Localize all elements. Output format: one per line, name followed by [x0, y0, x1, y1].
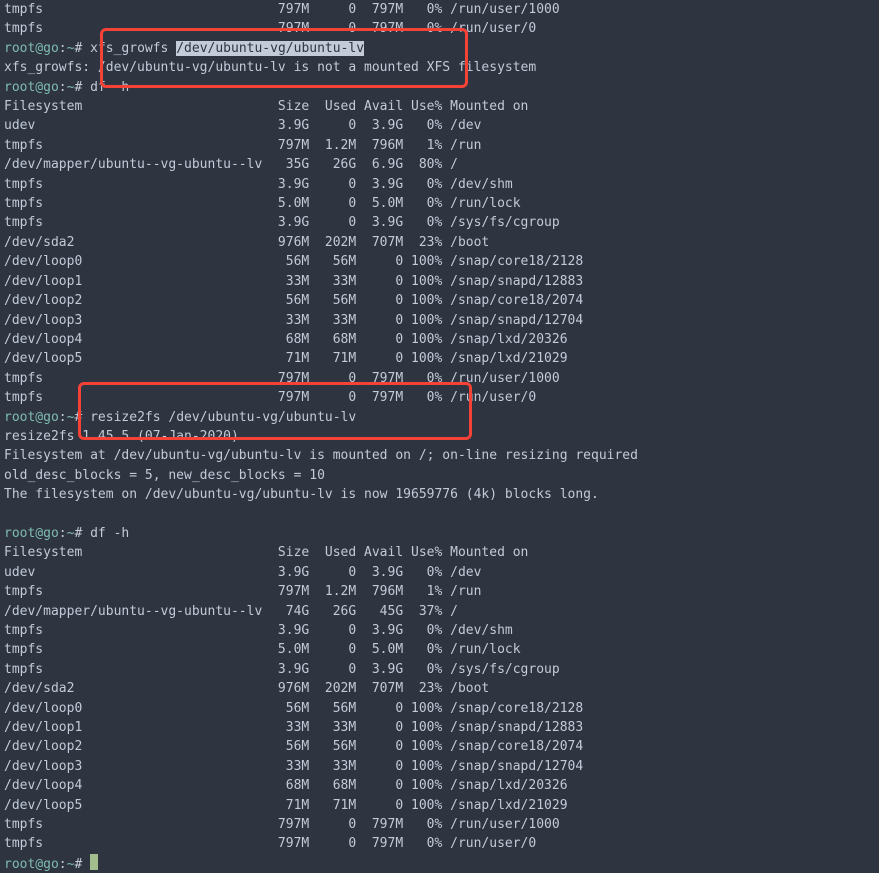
output-line: tmpfs 5.0M 0 5.0M 0% /run/lock: [0, 194, 879, 213]
output-line: tmpfs 797M 0 797M 0% /run/user/0: [0, 388, 879, 407]
prompt-line: root@go:~# df -h: [0, 78, 879, 97]
terminal-window[interactable]: tmpfs 797M 0 797M 0% /run/user/1000 tmpf…: [0, 0, 879, 873]
output-line: Filesystem at /dev/ubuntu-vg/ubuntu-lv i…: [0, 446, 879, 465]
prompt-user: root@go: [4, 410, 59, 425]
output-line: /dev/loop5 71M 71M 0 100% /snap/lxd/2102…: [0, 349, 879, 368]
highlighted-path: /dev/ubuntu-vg/ubuntu-lv: [176, 41, 364, 56]
output-line: tmpfs 3.9G 0 3.9G 0% /sys/fs/cgroup: [0, 213, 879, 232]
output-line: /dev/sda2 976M 202M 707M 23% /boot: [0, 679, 879, 698]
prompt-line: root@go:~# df -h: [0, 524, 879, 543]
output-line: tmpfs 3.9G 0 3.9G 0% /dev/shm: [0, 175, 879, 194]
output-line: xfs_growfs: /dev/ubuntu-vg/ubuntu-lv is …: [0, 58, 879, 77]
df-header: Filesystem Size Used Avail Use% Mounted …: [0, 543, 879, 562]
command-text: df -h: [90, 80, 129, 95]
output-line: /dev/loop2 56M 56M 0 100% /snap/core18/2…: [0, 291, 879, 310]
output-line: /dev/loop0 56M 56M 0 100% /snap/core18/2…: [0, 699, 879, 718]
prompt-sep: :: [59, 80, 67, 95]
output-line: /dev/loop0 56M 56M 0 100% /snap/core18/2…: [0, 252, 879, 271]
output-line: /dev/loop1 33M 33M 0 100% /snap/snapd/12…: [0, 718, 879, 737]
command-text: [82, 857, 90, 872]
prompt-sep: :: [59, 410, 67, 425]
prompt-user: root@go: [4, 857, 59, 872]
output-line: tmpfs 797M 0 797M 0% /run/user/0: [0, 834, 879, 853]
output-line: tmpfs 797M 0 797M 0% /run/user/1000: [0, 369, 879, 388]
command-text: [82, 410, 90, 425]
prompt-sep: :: [59, 857, 67, 872]
command-text: [82, 80, 90, 95]
prompt-user: root@go: [4, 526, 59, 541]
cursor-block: [90, 854, 98, 870]
output-line: /dev/loop3 33M 33M 0 100% /snap/snapd/12…: [0, 311, 879, 330]
output-line: tmpfs 797M 0 797M 0% /run/user/1000: [0, 0, 879, 19]
output-line: tmpfs 797M 0 797M 0% /run/user/0: [0, 19, 879, 38]
output-line: resize2fs 1.45.5 (07-Jan-2020): [0, 427, 879, 446]
output-line: tmpfs 797M 1.2M 796M 1% /run: [0, 136, 879, 155]
command-text: xfs_growfs: [90, 41, 168, 56]
output-line: /dev/sda2 976M 202M 707M 23% /boot: [0, 233, 879, 252]
prompt-sep: :: [59, 41, 67, 56]
output-line: tmpfs 3.9G 0 3.9G 0% /sys/fs/cgroup: [0, 660, 879, 679]
output-line: /dev/loop5 71M 71M 0 100% /snap/lxd/2102…: [0, 796, 879, 815]
output-line: tmpfs 5.0M 0 5.0M 0% /run/lock: [0, 640, 879, 659]
output-line: [0, 505, 879, 524]
prompt-sep: :: [59, 526, 67, 541]
command-text: df -h: [90, 526, 129, 541]
output-line: /dev/loop3 33M 33M 0 100% /snap/snapd/12…: [0, 757, 879, 776]
prompt-line[interactable]: root@go:~#: [0, 854, 879, 873]
command-text: [82, 526, 90, 541]
output-line: udev 3.9G 0 3.9G 0% /dev: [0, 116, 879, 135]
output-line: /dev/mapper/ubuntu--vg-ubuntu--lv 35G 26…: [0, 155, 879, 174]
df-header: Filesystem Size Used Avail Use% Mounted …: [0, 97, 879, 116]
prompt-user: root@go: [4, 41, 59, 56]
output-line: tmpfs 797M 1.2M 796M 1% /run: [0, 582, 879, 601]
output-line: udev 3.9G 0 3.9G 0% /dev: [0, 563, 879, 582]
command-text: [82, 41, 90, 56]
output-line: The filesystem on /dev/ubuntu-vg/ubuntu-…: [0, 485, 879, 504]
output-line: old_desc_blocks = 5, new_desc_blocks = 1…: [0, 466, 879, 485]
prompt-user: root@go: [4, 80, 59, 95]
output-line: /dev/loop4 68M 68M 0 100% /snap/lxd/2032…: [0, 330, 879, 349]
command-text: resize2fs /dev/ubuntu-vg/ubuntu-lv: [90, 410, 356, 425]
output-line: /dev/loop2 56M 56M 0 100% /snap/core18/2…: [0, 737, 879, 756]
output-line: /dev/loop1 33M 33M 0 100% /snap/snapd/12…: [0, 272, 879, 291]
output-line: /dev/mapper/ubuntu--vg-ubuntu--lv 74G 26…: [0, 602, 879, 621]
output-line: tmpfs 797M 0 797M 0% /run/user/1000: [0, 815, 879, 834]
prompt-line: root@go:~# resize2fs /dev/ubuntu-vg/ubun…: [0, 408, 879, 427]
output-line: /dev/loop4 68M 68M 0 100% /snap/lxd/2032…: [0, 776, 879, 795]
prompt-line: root@go:~# xfs_growfs /dev/ubuntu-vg/ubu…: [0, 39, 879, 58]
output-line: tmpfs 3.9G 0 3.9G 0% /dev/shm: [0, 621, 879, 640]
